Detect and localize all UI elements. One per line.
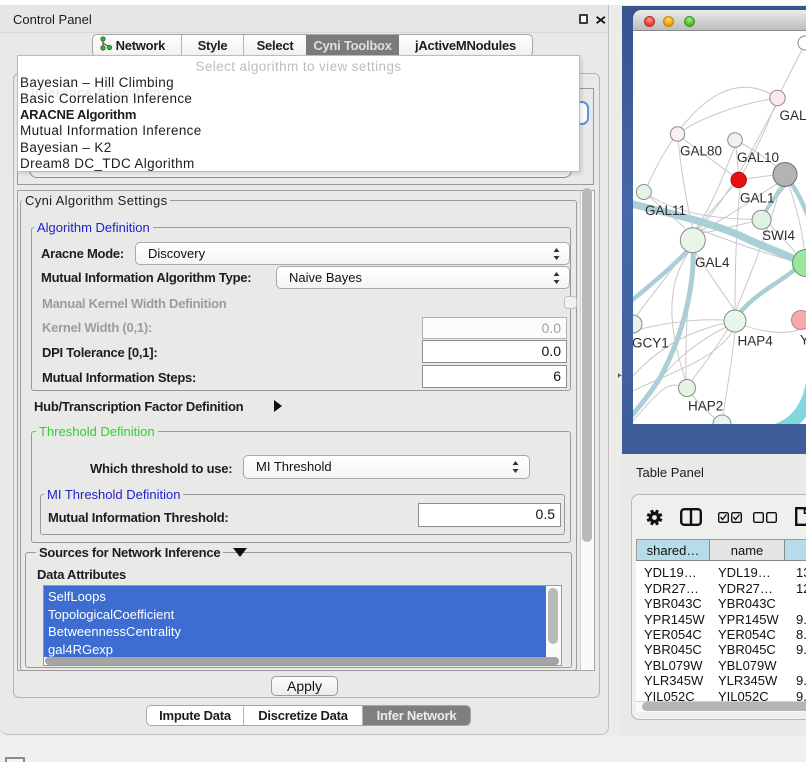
svg-text:GAL80: GAL80 — [680, 144, 722, 159]
svg-text:GAL11: GAL11 — [645, 203, 686, 218]
svg-text:HAP4: HAP4 — [738, 334, 774, 349]
svg-text:GAL1: GAL1 — [740, 191, 775, 206]
svg-text:GAL10: GAL10 — [737, 150, 779, 165]
svg-text:GAL4: GAL4 — [695, 255, 730, 270]
svg-text:SWI4: SWI4 — [762, 228, 795, 243]
svg-text:HAP2: HAP2 — [688, 399, 723, 414]
svg-text:Y: Y — [800, 333, 806, 348]
svg-text:GAL2: GAL2 — [780, 108, 806, 123]
svg-text:GCY1: GCY1 — [633, 336, 669, 351]
